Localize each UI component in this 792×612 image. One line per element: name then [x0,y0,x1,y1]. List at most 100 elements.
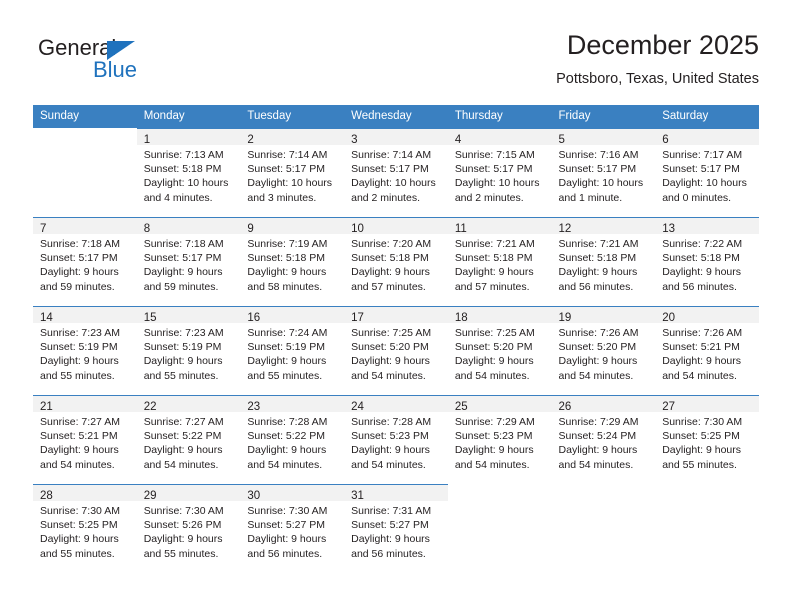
day-number: 8 [143,223,151,235]
calendar-day-cell[interactable]: 27 Sunrise: 7:30 AM Sunset: 5:25 PM Dayligh… [655,395,759,484]
calendar-day-cell[interactable]: 15 Sunrise: 7:23 AM Sunset: 5:19 PM Dayligh… [136,306,241,395]
calendar-cell: 12 Sunrise: 7:21 AM Sunset: 5:18 PM Dayligh… [551,217,656,306]
calendar-cell [33,128,137,217]
day-number: 22 [143,401,157,413]
day-details: Sunrise: 7:24 AM Sunset: 5:19 PM Daylight:… [240,323,344,383]
daylight-text: and 54 minutes. [558,458,634,471]
day-details: Sunrise: 7:25 AM Sunset: 5:20 PM Daylight:… [448,323,552,383]
sunrise-text: Sunrise: 7:20 AM [351,238,432,250]
calendar-day-cell[interactable]: 31 Sunrise: 7:31 AM Sunset: 5:27 PM Dayligh… [344,484,448,573]
day-details: Sunrise: 7:14 AM Sunset: 5:17 PM Daylight:… [344,145,448,205]
sunset-text: Sunset: 5:20 PM [454,341,533,354]
calendar-cell [447,484,552,573]
calendar-day-cell[interactable]: 3 Sunrise: 7:14 AM Sunset: 5:17 PM Daylight… [344,128,448,217]
sunset-text: Sunset: 5:27 PM [247,519,326,532]
calendar-cell: 3 Sunrise: 7:14 AM Sunset: 5:17 PM Daylight… [344,128,448,217]
day-number: 15 [143,312,157,324]
day-details: Sunrise: 7:21 AM Sunset: 5:18 PM Daylight:… [552,234,656,294]
calendar-cell: 6 Sunrise: 7:17 AM Sunset: 5:17 PM Daylight… [655,128,759,217]
daylight-text: Daylight: 10 hours [351,177,436,190]
calendar-day-cell[interactable]: 10 Sunrise: 7:20 AM Sunset: 5:18 PM Dayligh… [344,217,448,306]
sunrise-text: Sunrise: 7:30 AM [662,416,743,428]
calendar-day-cell[interactable]: 14 Sunrise: 7:23 AM Sunset: 5:19 PM Dayligh… [33,306,137,395]
sunset-text: Sunset: 5:21 PM [662,341,740,354]
calendar-cell-empty [655,484,759,573]
daylight-text: and 55 minutes. [40,369,115,382]
calendar-cell: 14 Sunrise: 7:23 AM Sunset: 5:19 PM Dayligh… [33,306,137,395]
daylight-text: and 1 minute. [558,191,623,204]
day-details: Sunrise: 7:14 AM Sunset: 5:17 PM Daylight:… [240,145,344,205]
day-details [655,501,759,504]
day-number-band: 17 [344,307,448,324]
day-details: Sunrise: 7:15 AM Sunset: 5:17 PM Daylight:… [448,145,552,205]
day-number-band [552,485,656,501]
sunrise-text: Sunrise: 7:14 AM [351,149,432,161]
daylight-text: Daylight: 9 hours [662,266,742,279]
calendar-cell: 24 Sunrise: 7:28 AM Sunset: 5:23 PM Dayligh… [344,395,448,484]
calendar-day-cell[interactable]: 24 Sunrise: 7:28 AM Sunset: 5:23 PM Dayligh… [344,395,448,484]
sunrise-text: Sunrise: 7:19 AM [247,238,328,250]
calendar-day-cell[interactable]: 6 Sunrise: 7:17 AM Sunset: 5:17 PM Daylight… [655,128,759,217]
calendar-day-cell[interactable]: 22 Sunrise: 7:27 AM Sunset: 5:22 PM Dayligh… [136,395,241,484]
calendar-day-cell[interactable]: 19 Sunrise: 7:26 AM Sunset: 5:20 PM Dayligh… [551,306,656,395]
daylight-text: and 57 minutes. [351,280,426,293]
calendar-day-cell[interactable]: 17 Sunrise: 7:25 AM Sunset: 5:20 PM Dayligh… [344,306,448,395]
calendar-day-cell[interactable]: 25 Sunrise: 7:29 AM Sunset: 5:23 PM Dayligh… [447,395,552,484]
calendar-cell: 20 Sunrise: 7:26 AM Sunset: 5:21 PM Dayligh… [655,306,759,395]
calendar-day-cell[interactable]: 9 Sunrise: 7:19 AM Sunset: 5:18 PM Daylight… [240,217,345,306]
daylight-text: Daylight: 10 hours [662,177,747,190]
day-number: 10 [351,223,364,235]
calendar-cell [551,484,656,573]
daylight-text: Daylight: 9 hours [247,444,327,457]
sunset-text: Sunset: 5:22 PM [247,430,326,443]
sunrise-text: Sunrise: 7:30 AM [40,505,120,517]
calendar-day-cell[interactable]: 7 Sunrise: 7:18 AM Sunset: 5:17 PM Daylight… [33,217,137,306]
day-number-band: 24 [344,396,448,413]
calendar-day-cell[interactable]: 11 Sunrise: 7:21 AM Sunset: 5:18 PM Dayligh… [447,217,552,306]
calendar-day-cell[interactable]: 23 Sunrise: 7:28 AM Sunset: 5:22 PM Dayligh… [240,395,345,484]
sunrise-text: Sunrise: 7:25 AM [351,327,432,339]
daylight-text: Daylight: 9 hours [247,266,327,279]
calendar-day-cell[interactable]: 16 Sunrise: 7:24 AM Sunset: 5:19 PM Dayligh… [240,306,345,395]
calendar-day-cell[interactable]: 20 Sunrise: 7:26 AM Sunset: 5:21 PM Dayligh… [655,306,759,395]
calendar-day-cell[interactable]: 13 Sunrise: 7:22 AM Sunset: 5:18 PM Dayligh… [655,217,759,306]
calendar-day-cell[interactable]: 5 Sunrise: 7:16 AM Sunset: 5:17 PM Daylight… [551,128,656,217]
daylight-text: and 54 minutes. [143,458,219,471]
day-number-band: 11 [447,218,552,235]
calendar-day-cell[interactable]: 18 Sunrise: 7:25 AM Sunset: 5:20 PM Dayligh… [447,306,552,395]
sunrise-text: Sunrise: 7:30 AM [247,505,328,517]
daylight-text: and 0 minutes. [662,191,732,204]
calendar-page: General Blue December 2025 Pottsboro, Te… [0,0,792,612]
day-details: Sunrise: 7:19 AM Sunset: 5:18 PM Daylight:… [240,234,344,294]
calendar-day-cell[interactable]: 8 Sunrise: 7:18 AM Sunset: 5:17 PM Daylight… [136,217,241,306]
day-details [448,501,552,504]
day-details: Sunrise: 7:26 AM Sunset: 5:21 PM Daylight:… [655,323,759,383]
calendar-day-cell[interactable]: 28 Sunrise: 7:30 AM Sunset: 5:25 PM Dayligh… [33,484,137,573]
daylight-text: and 56 minutes. [662,280,737,293]
day-number-band: 27 [655,396,759,413]
calendar-cell: 15 Sunrise: 7:23 AM Sunset: 5:19 PM Dayligh… [136,306,241,395]
calendar-cell: 5 Sunrise: 7:16 AM Sunset: 5:17 PM Daylight… [551,128,656,217]
sunrise-text: Sunrise: 7:25 AM [454,327,535,339]
calendar-grid: Sunday Monday Tuesday Wednesday Thursday Frid… [33,105,759,573]
day-number-band: 26 [551,396,656,413]
sunrise-text: Sunrise: 7:30 AM [143,505,224,517]
day-details: Sunrise: 7:23 AM Sunset: 5:19 PM Daylight:… [137,323,241,383]
calendar-day-cell[interactable]: 12 Sunrise: 7:21 AM Sunset: 5:18 PM Dayligh… [551,217,656,306]
day-details: Sunrise: 7:30 AM Sunset: 5:25 PM Daylight:… [655,412,759,472]
daylight-text: Daylight: 9 hours [558,355,638,368]
day-number: 16 [247,312,261,324]
calendar-day-cell[interactable]: 21 Sunrise: 7:27 AM Sunset: 5:21 PM Dayligh… [33,395,137,484]
calendar-cell: 23 Sunrise: 7:28 AM Sunset: 5:22 PM Dayligh… [240,395,345,484]
calendar-day-cell[interactable]: 2 Sunrise: 7:14 AM Sunset: 5:17 PM Daylight… [240,128,345,217]
day-number: 2 [247,134,254,146]
general-blue-logo[interactable]: General Blue [38,36,188,88]
calendar-day-cell[interactable]: 29 Sunrise: 7:30 AM Sunset: 5:26 PM Dayligh… [136,484,241,573]
day-number-band: 14 [33,307,137,324]
sunrise-text: Sunrise: 7:22 AM [662,238,743,250]
weekday-header-row: Sunday Monday Tuesday Wednesday Thursday Frid… [33,105,759,128]
calendar-day-cell[interactable]: 1 Sunrise: 7:13 AM Sunset: 5:18 PM Daylight… [136,128,241,217]
calendar-day-cell[interactable]: 26 Sunrise: 7:29 AM Sunset: 5:24 PM Dayligh… [551,395,656,484]
calendar-day-cell[interactable]: 4 Sunrise: 7:15 AM Sunset: 5:17 PM Daylight… [447,128,552,217]
calendar-day-cell[interactable]: 30 Sunrise: 7:30 AM Sunset: 5:27 PM Dayligh… [240,484,345,573]
